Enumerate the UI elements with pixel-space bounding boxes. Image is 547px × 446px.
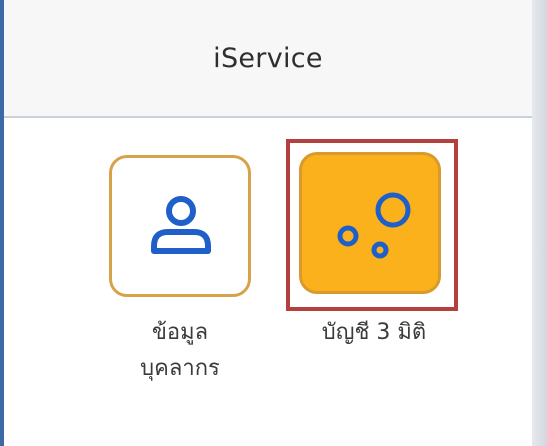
three-dimension-account-label-line1: บัญชี 3 มิติ [321,320,427,345]
iservice-panel: iService ข้อมูล บุคลากร บัญชี 3 มิติ [0,0,547,446]
personnel-info-label-line2: บุคลากร [140,356,220,381]
three-dimension-account-label: บัญชี 3 มิติ [290,315,458,351]
page-title: iService [213,43,323,74]
three-dimension-account-tile[interactable] [299,152,441,294]
bubbles-icon [337,192,411,259]
header-divider [4,116,547,118]
personnel-info-label: ข้อมูล บุคลากร [106,315,254,387]
personnel-info-label-line1: ข้อมูล [151,320,209,345]
user-icon [151,196,211,254]
personnel-info-tile[interactable] [109,155,251,297]
scrollbar[interactable] [532,0,547,446]
